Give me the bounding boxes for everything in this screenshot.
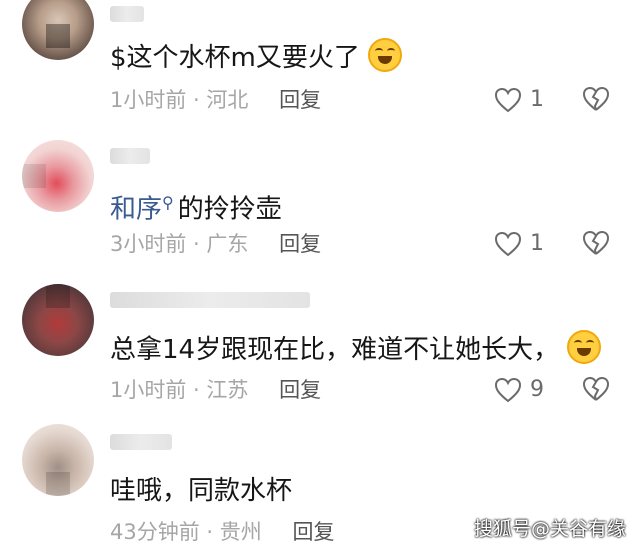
heart-outline-icon <box>494 377 522 403</box>
comment-text-content: 总拿14岁跟现在比，难道不让她长大， <box>110 335 560 365</box>
comment-meta: 1小时前 · 江苏 回复 <box>110 378 322 402</box>
search-icon: ⚲ <box>162 193 174 212</box>
like-button[interactable]: 1 <box>494 230 544 258</box>
dislike-button[interactable] <box>582 376 610 406</box>
like-count: 1 <box>530 231 544 256</box>
comment-location: 河北 <box>206 88 249 112</box>
like-button[interactable]: 9 <box>494 376 544 404</box>
comment-time: 3小时前 <box>110 232 187 256</box>
comment-meta: 1小时前 · 河北 回复 <box>110 88 322 112</box>
dislike-button[interactable] <box>582 86 610 116</box>
comment-text: $这个水杯m又要火了 <box>110 38 403 75</box>
heart-outline-icon <box>494 231 522 257</box>
username-blurred[interactable] <box>110 292 310 308</box>
comment-text: 哇哦，同款水杯 <box>110 474 292 508</box>
username-blurred[interactable] <box>110 6 144 22</box>
like-count: 9 <box>530 377 544 402</box>
comment-location: 江苏 <box>206 378 249 402</box>
watermark: 搜狐号@关谷有缘 <box>473 518 626 540</box>
comment-time: 43分钟前 <box>110 520 200 544</box>
reply-button[interactable]: 回复 <box>292 520 334 544</box>
dislike-button[interactable] <box>582 230 610 260</box>
comment-text-content: 哇哦，同款水杯 <box>110 476 293 506</box>
comment-location: 贵州 <box>219 520 262 544</box>
mention-link[interactable]: 和序 <box>110 195 162 225</box>
comment-meta: 43分钟前 · 贵州 回复 <box>110 520 335 544</box>
comment-time: 1小时前 <box>110 88 187 112</box>
reply-button[interactable]: 回复 <box>279 232 321 256</box>
avatar[interactable] <box>22 0 94 60</box>
broken-heart-icon <box>582 376 610 401</box>
username-blurred[interactable] <box>110 148 150 164</box>
avatar[interactable] <box>22 424 94 496</box>
comment-text: 总拿14岁跟现在比，难道不让她长大， <box>110 330 602 367</box>
reply-button[interactable]: 回复 <box>279 378 321 402</box>
broken-heart-icon <box>582 86 610 111</box>
broken-heart-icon <box>582 230 610 255</box>
like-count: 1 <box>530 87 544 112</box>
username-blurred[interactable] <box>110 434 172 450</box>
comment-meta: 3小时前 · 广东 回复 <box>110 232 322 256</box>
comment-text-content: $这个水杯m又要火了 <box>110 43 360 73</box>
comment-text: 和序⚲ 的拎拎壶 <box>110 186 282 227</box>
avatar[interactable] <box>22 284 94 356</box>
heart-outline-icon <box>494 87 522 113</box>
laughing-crying-emoji-icon <box>567 330 602 364</box>
comment-text-content: 的拎拎壶 <box>177 194 282 225</box>
reply-button[interactable]: 回复 <box>279 88 321 112</box>
laughing-crying-emoji-icon <box>368 38 403 72</box>
comment-time: 1小时前 <box>110 378 187 402</box>
like-button[interactable]: 1 <box>494 86 544 114</box>
avatar[interactable] <box>22 140 94 212</box>
comment-location: 广东 <box>206 232 249 256</box>
